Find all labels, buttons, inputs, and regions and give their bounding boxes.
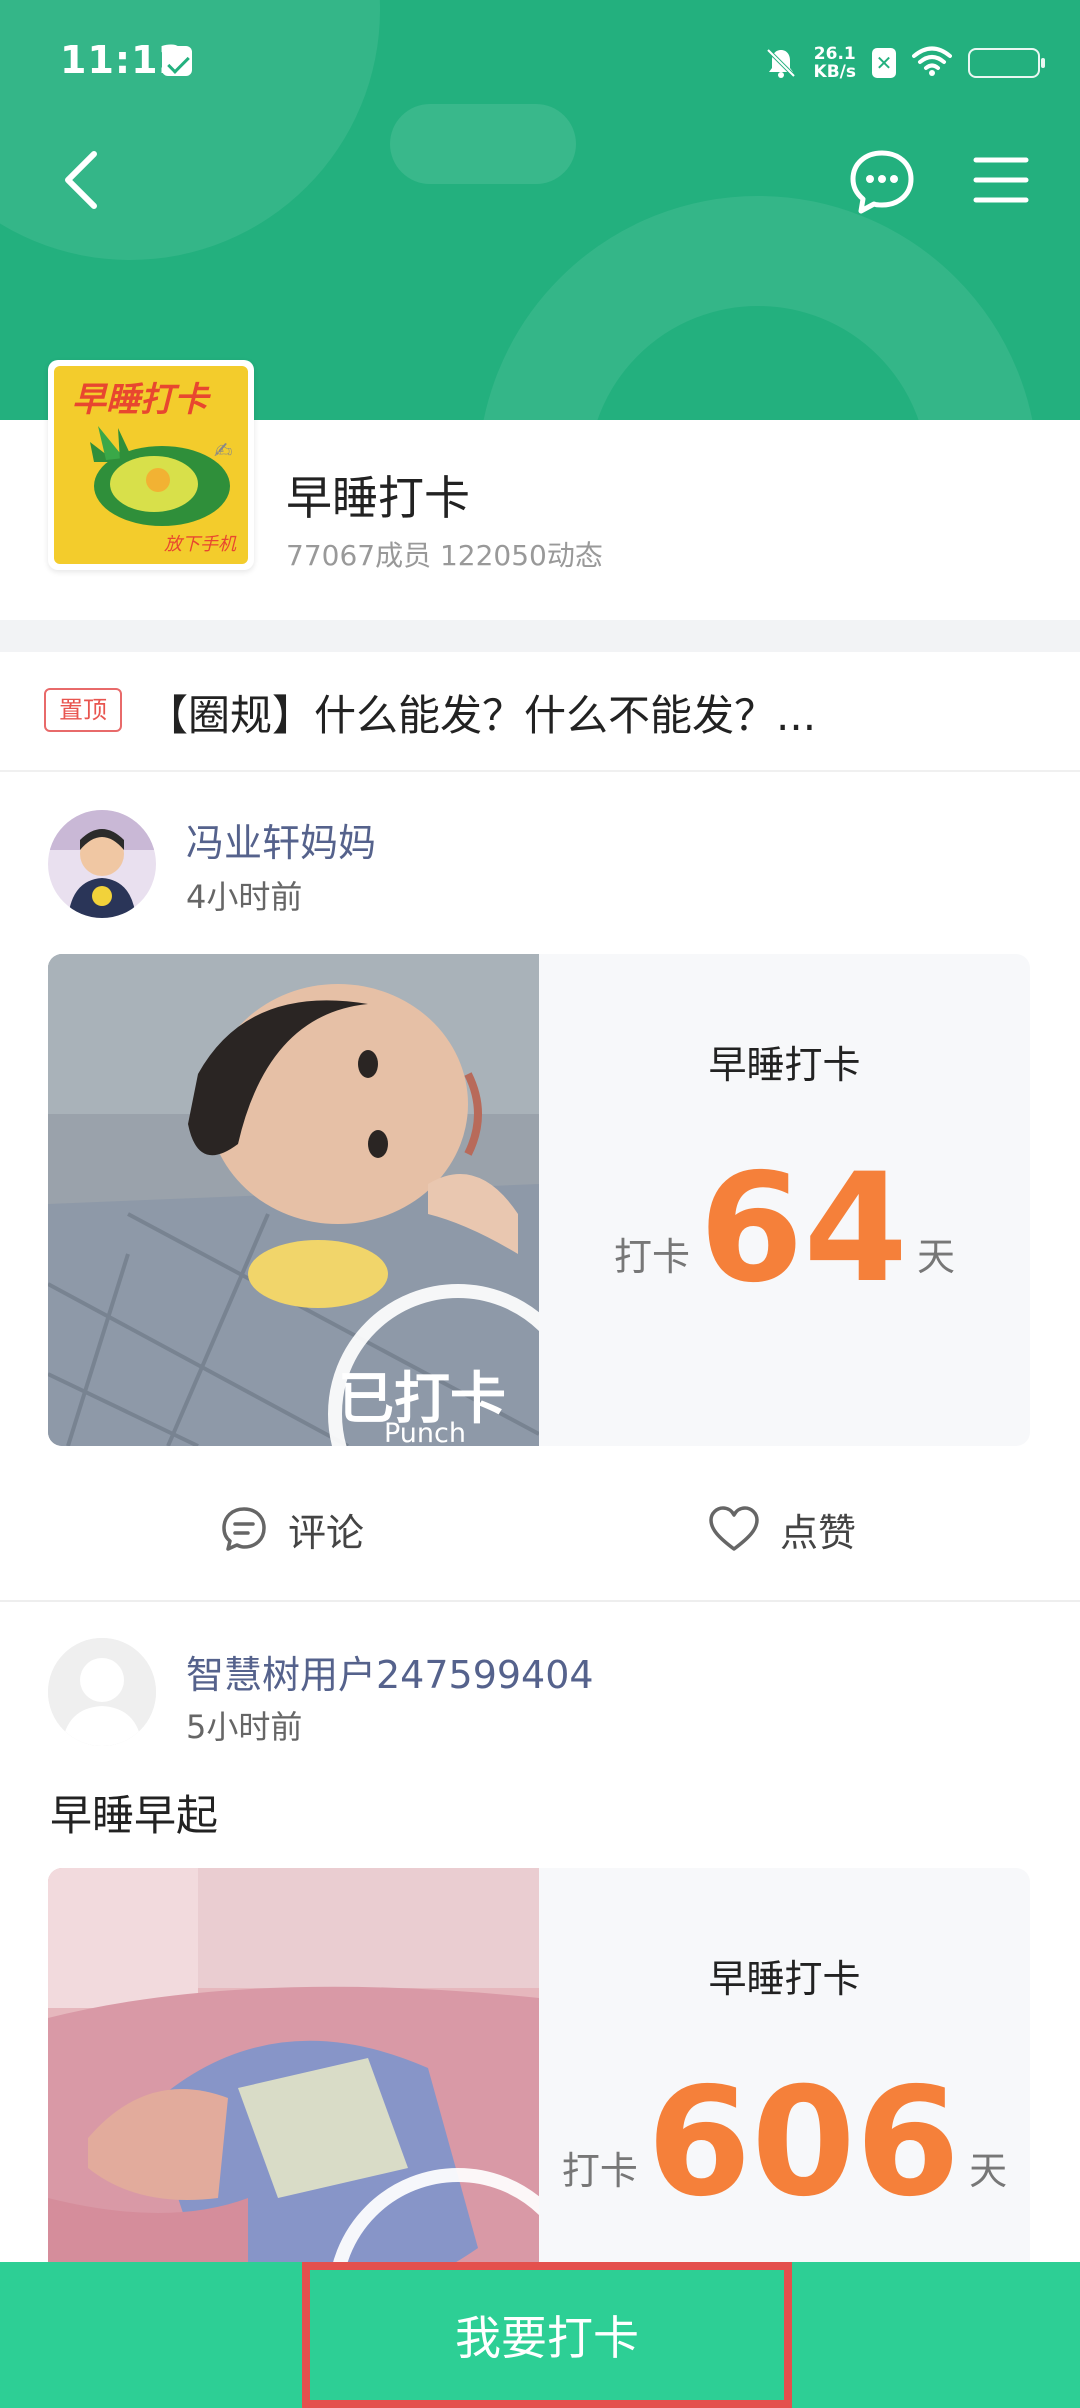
battery-icon <box>968 48 1045 78</box>
group-name: 早睡打卡 <box>286 471 470 525</box>
bottom-action-bar: 我要打卡 <box>0 2262 1080 2408</box>
header-banner: 11:12 26.1 KB/s ✕ <box>0 0 1080 420</box>
checkin-count: 打卡 64 天 <box>539 1154 1030 1304</box>
post-time: 5小时前 <box>186 1708 303 1746</box>
punch-in-button[interactable]: 我要打卡 <box>302 2262 792 2408</box>
status-bar: 11:12 26.1 KB/s ✕ <box>0 0 1080 120</box>
post-author[interactable]: 智慧树用户247599404 <box>186 1644 594 1699</box>
post-photo[interactable]: 已打卡 Punch Clock <box>48 954 539 1446</box>
checkin-title: 早睡打卡 <box>708 1043 861 1087</box>
count-value: 606 <box>646 2056 961 2230</box>
pinned-title: 【圈规】什么能发？什么不能发？... <box>146 691 817 740</box>
avatar[interactable] <box>48 810 156 918</box>
net-speed: 26.1 KB/s <box>814 45 856 81</box>
like-button[interactable]: 点赞 <box>708 1474 856 1584</box>
like-label: 点赞 <box>780 1510 857 1555</box>
checkin-title: 早睡打卡 <box>708 1957 861 2001</box>
count-unit: 天 <box>969 2149 1008 2193</box>
back-button[interactable] <box>56 148 108 212</box>
svg-text:✍: ✍ <box>214 439 232 464</box>
count-value: 64 <box>699 1142 908 1316</box>
stamp-subtext: Punch Clock <box>384 1418 466 1446</box>
comment-button[interactable]: 评论 <box>220 1474 364 1584</box>
section-divider <box>0 620 1080 652</box>
comment-icon <box>222 1507 266 1551</box>
avatar-image <box>48 810 156 918</box>
close-box-icon: ✕ <box>872 48 896 78</box>
status-icons: 26.1 KB/s ✕ <box>764 38 1045 88</box>
count-prefix: 打卡 <box>614 1235 691 1279</box>
heart-icon <box>709 1506 759 1551</box>
post-card[interactable]: 冯业轩妈妈 4小时前 已打卡 Punch 早睡打卡 打卡 64 天 评论 点赞 <box>0 772 1080 1602</box>
net-speed-unit: KB/s <box>813 62 856 82</box>
checkin-card[interactable]: 已打卡 Punch Clock 早睡打卡 打卡 64 天 <box>48 954 1030 1446</box>
pinned-post[interactable]: 置顶 【圈规】什么能发？什么不能发？... <box>0 652 1080 772</box>
menu-button[interactable] <box>972 152 1030 208</box>
checkin-summary: 早睡打卡 打卡 64 天 <box>539 954 1030 1446</box>
hamburger-menu-icon <box>973 157 1029 203</box>
calendar-check-icon <box>162 46 192 76</box>
pinned-badge: 置顶 <box>44 688 122 732</box>
net-speed-value: 26.1 <box>813 44 856 64</box>
post-author[interactable]: 冯业轩妈妈 <box>186 812 376 867</box>
count-unit: 天 <box>916 1235 955 1279</box>
comment-label: 评论 <box>288 1510 365 1555</box>
post-time: 4小时前 <box>186 878 303 916</box>
group-stats: 77067成员 122050动态 <box>286 539 603 572</box>
default-avatar-icon <box>48 1638 156 1746</box>
chat-bubble-icon <box>850 150 914 214</box>
checkin-count: 打卡 606 天 <box>539 2068 1030 2218</box>
post-text: 早睡早起 <box>50 1791 219 1840</box>
chat-button[interactable] <box>848 148 916 216</box>
logo-subtitle: 放下手机 <box>164 534 236 555</box>
avatar[interactable] <box>48 1638 156 1746</box>
group-logo-image: 早睡打卡 ✍ 放下手机 <box>54 366 248 564</box>
chevron-left-icon <box>65 151 97 209</box>
group-logo[interactable]: 早睡打卡 ✍ 放下手机 <box>48 360 254 570</box>
post-actions: 评论 点赞 <box>0 1474 1080 1584</box>
header-decoration <box>478 196 1038 420</box>
bell-off-icon <box>764 46 798 80</box>
post-card[interactable]: 智慧树用户247599404 5小时前 早睡早起 早睡打卡 打卡 606 天 <box>0 1602 1080 2360</box>
count-prefix: 打卡 <box>561 2149 638 2193</box>
wifi-icon <box>912 45 952 81</box>
